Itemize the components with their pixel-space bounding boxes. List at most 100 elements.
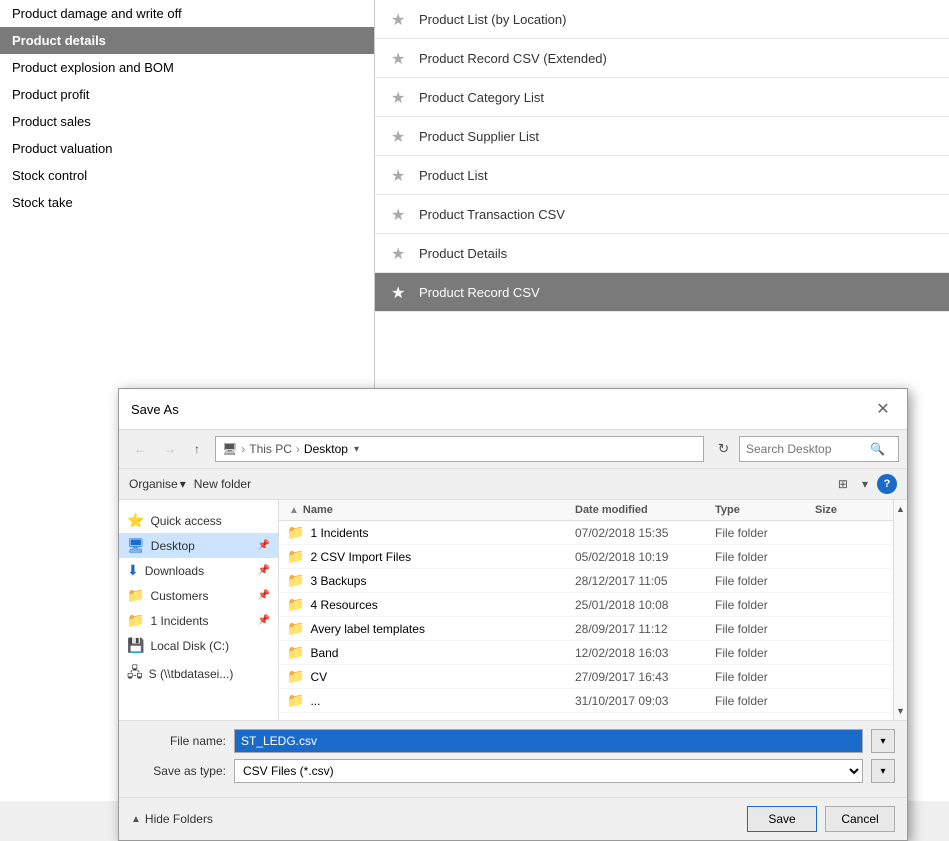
help-button[interactable]: ? [877, 474, 897, 494]
col-size-header[interactable]: Size [815, 504, 885, 516]
file-row-6[interactable]: 📁 CV 27/09/2017 16:43 File folder [279, 665, 893, 689]
file-type: File folder [715, 694, 815, 708]
pin-icon: 📌 [258, 540, 270, 551]
file-name: 3 Backups [310, 574, 575, 588]
folder-icon: 📁 [287, 668, 304, 685]
search-bar: 🔍 [739, 436, 899, 462]
file-scrollbar[interactable]: ▲ ▼ [893, 500, 907, 720]
search-input[interactable] [746, 442, 866, 456]
network-label: S (\\tbdatasei...) [149, 667, 234, 681]
folder-icon: 📁 [287, 596, 304, 613]
file-date: 28/12/2017 11:05 [575, 574, 715, 588]
address-separator-2: › [296, 442, 300, 456]
nav-item-network[interactable]: 🖧 S (\\tbdatasei...) [119, 658, 278, 690]
new-folder-button[interactable]: New folder [194, 477, 251, 491]
address-bar[interactable]: 🖥 › This PC › Desktop ▾ [215, 436, 704, 462]
file-type: File folder [715, 574, 815, 588]
file-type: File folder [715, 670, 815, 684]
cancel-button[interactable]: Cancel [825, 806, 895, 832]
back-button[interactable]: ← [127, 438, 153, 460]
file-row-1[interactable]: 📁 2 CSV Import Files 05/02/2018 10:19 Fi… [279, 545, 893, 569]
network-icon: 🖧 [127, 662, 143, 686]
filetype-label: Save as type: [131, 764, 226, 778]
filetype-select[interactable]: CSV Files (*.csv) [234, 759, 863, 783]
file-date: 28/09/2017 11:12 [575, 622, 715, 636]
file-date: 25/01/2018 10:08 [575, 598, 715, 612]
search-icon[interactable]: 🔍 [870, 442, 885, 456]
file-name: 1 Incidents [310, 526, 575, 540]
nav-item-downloads[interactable]: ⬇ Downloads 📌 [119, 558, 278, 583]
filename-input[interactable] [234, 729, 863, 753]
customers-label: Customers [150, 589, 208, 603]
view-list-icon[interactable]: ⊞ [833, 474, 853, 494]
organise-row: Organise ▾ New folder ⊞ ▾ ? [119, 469, 907, 500]
hide-folders-toggle[interactable]: ▲ Hide Folders [131, 812, 213, 826]
file-name: 2 CSV Import Files [310, 550, 575, 564]
dialog-title: Save As [131, 402, 179, 417]
col-name-header[interactable]: Name [303, 504, 575, 516]
file-name: Avery label templates [310, 622, 575, 636]
view-controls: ⊞ ▾ ? [833, 474, 897, 494]
save-button[interactable]: Save [747, 806, 817, 832]
file-date: 27/09/2017 16:43 [575, 670, 715, 684]
file-row-3[interactable]: 📁 4 Resources 25/01/2018 10:08 File fold… [279, 593, 893, 617]
nav-panel: ⭐ Quick access 🖥 Desktop 📌 ⬇ Downloads 📌… [119, 500, 279, 720]
nav-item-desktop[interactable]: 🖥 Desktop 📌 [119, 533, 278, 558]
file-type: File folder [715, 550, 815, 564]
filename-row: File name: ▾ [131, 729, 895, 753]
folder-icon: 📁 [287, 572, 304, 589]
view-dropdown-arrow[interactable]: ▾ [857, 474, 873, 494]
scroll-down-arrow[interactable]: ▼ [894, 704, 907, 718]
up-button[interactable]: ↑ [187, 438, 207, 460]
address-desktop: Desktop [304, 442, 348, 456]
forward-button[interactable]: → [157, 438, 183, 460]
scroll-up-arrow[interactable]: ▲ [894, 502, 907, 516]
file-type: File folder [715, 646, 815, 660]
file-type: File folder [715, 598, 815, 612]
organise-label: Organise [129, 477, 178, 491]
filetype-row: Save as type: CSV Files (*.csv) ▾ [131, 759, 895, 783]
folder-icon: 📁 [287, 548, 304, 565]
dialog-bottom: File name: ▾ Save as type: CSV Files (*.… [119, 720, 907, 797]
address-pc: 🖥 [222, 442, 237, 456]
nav-item-local-disk[interactable]: 💾 Local Disk (C:) [119, 633, 278, 658]
quick-access-icon: ⭐ [127, 512, 144, 529]
folder-icon: 📁 [287, 692, 304, 709]
customers-icon: 📁 [127, 587, 144, 604]
file-row-2[interactable]: 📁 3 Backups 28/12/2017 11:05 File folder [279, 569, 893, 593]
incidents-icon: 📁 [127, 612, 144, 629]
file-row-5[interactable]: 📁 Band 12/02/2018 16:03 File folder [279, 641, 893, 665]
close-button[interactable]: ✕ [871, 397, 895, 421]
file-list: ▲ Name Date modified Type Size 📁 1 Incid… [279, 500, 893, 720]
folder-icon: 📁 [287, 644, 304, 661]
refresh-button[interactable]: ↻ [712, 437, 735, 461]
quick-access-label: Quick access [150, 514, 221, 528]
file-date: 31/10/2017 09:03 [575, 694, 715, 708]
address-dropdown-arrow[interactable]: ▾ [352, 444, 361, 455]
file-row-4[interactable]: 📁 Avery label templates 28/09/2017 11:12… [279, 617, 893, 641]
file-type: File folder [715, 526, 815, 540]
local-disk-label: Local Disk (C:) [150, 639, 229, 653]
folder-icon: 📁 [287, 524, 304, 541]
dialog-content: ⭐ Quick access 🖥 Desktop 📌 ⬇ Downloads 📌… [119, 500, 907, 720]
organise-button[interactable]: Organise ▾ [129, 477, 186, 491]
nav-item-customers[interactable]: 📁 Customers 📌 [119, 583, 278, 608]
nav-item-incidents[interactable]: 📁 1 Incidents 📌 [119, 608, 278, 633]
dialog-actions: ▲ Hide Folders Save Cancel [119, 797, 907, 840]
filetype-dropdown-btn[interactable]: ▾ [871, 759, 895, 783]
downloads-label: Downloads [145, 564, 204, 578]
dialog-toolbar: ← → ↑ 🖥 › This PC › Desktop ▾ ↻ 🔍 [119, 430, 907, 469]
col-date-header[interactable]: Date modified [575, 504, 715, 516]
col-type-header[interactable]: Type [715, 504, 815, 516]
file-date: 07/02/2018 15:35 [575, 526, 715, 540]
filename-dropdown-btn[interactable]: ▾ [871, 729, 895, 753]
pin-icon-2: 📌 [258, 565, 270, 576]
file-row-0[interactable]: 📁 1 Incidents 07/02/2018 15:35 File fold… [279, 521, 893, 545]
address-this-pc: This PC [249, 442, 292, 456]
dialog-titlebar: Save As ✕ [119, 389, 907, 430]
file-row-7[interactable]: 📁 ... 31/10/2017 09:03 File folder [279, 689, 893, 713]
hide-folders-arrow-icon: ▲ [131, 814, 141, 825]
downloads-icon: ⬇ [127, 562, 139, 579]
nav-item-quick-access[interactable]: ⭐ Quick access [119, 508, 278, 533]
pin-icon-3: 📌 [258, 590, 270, 601]
